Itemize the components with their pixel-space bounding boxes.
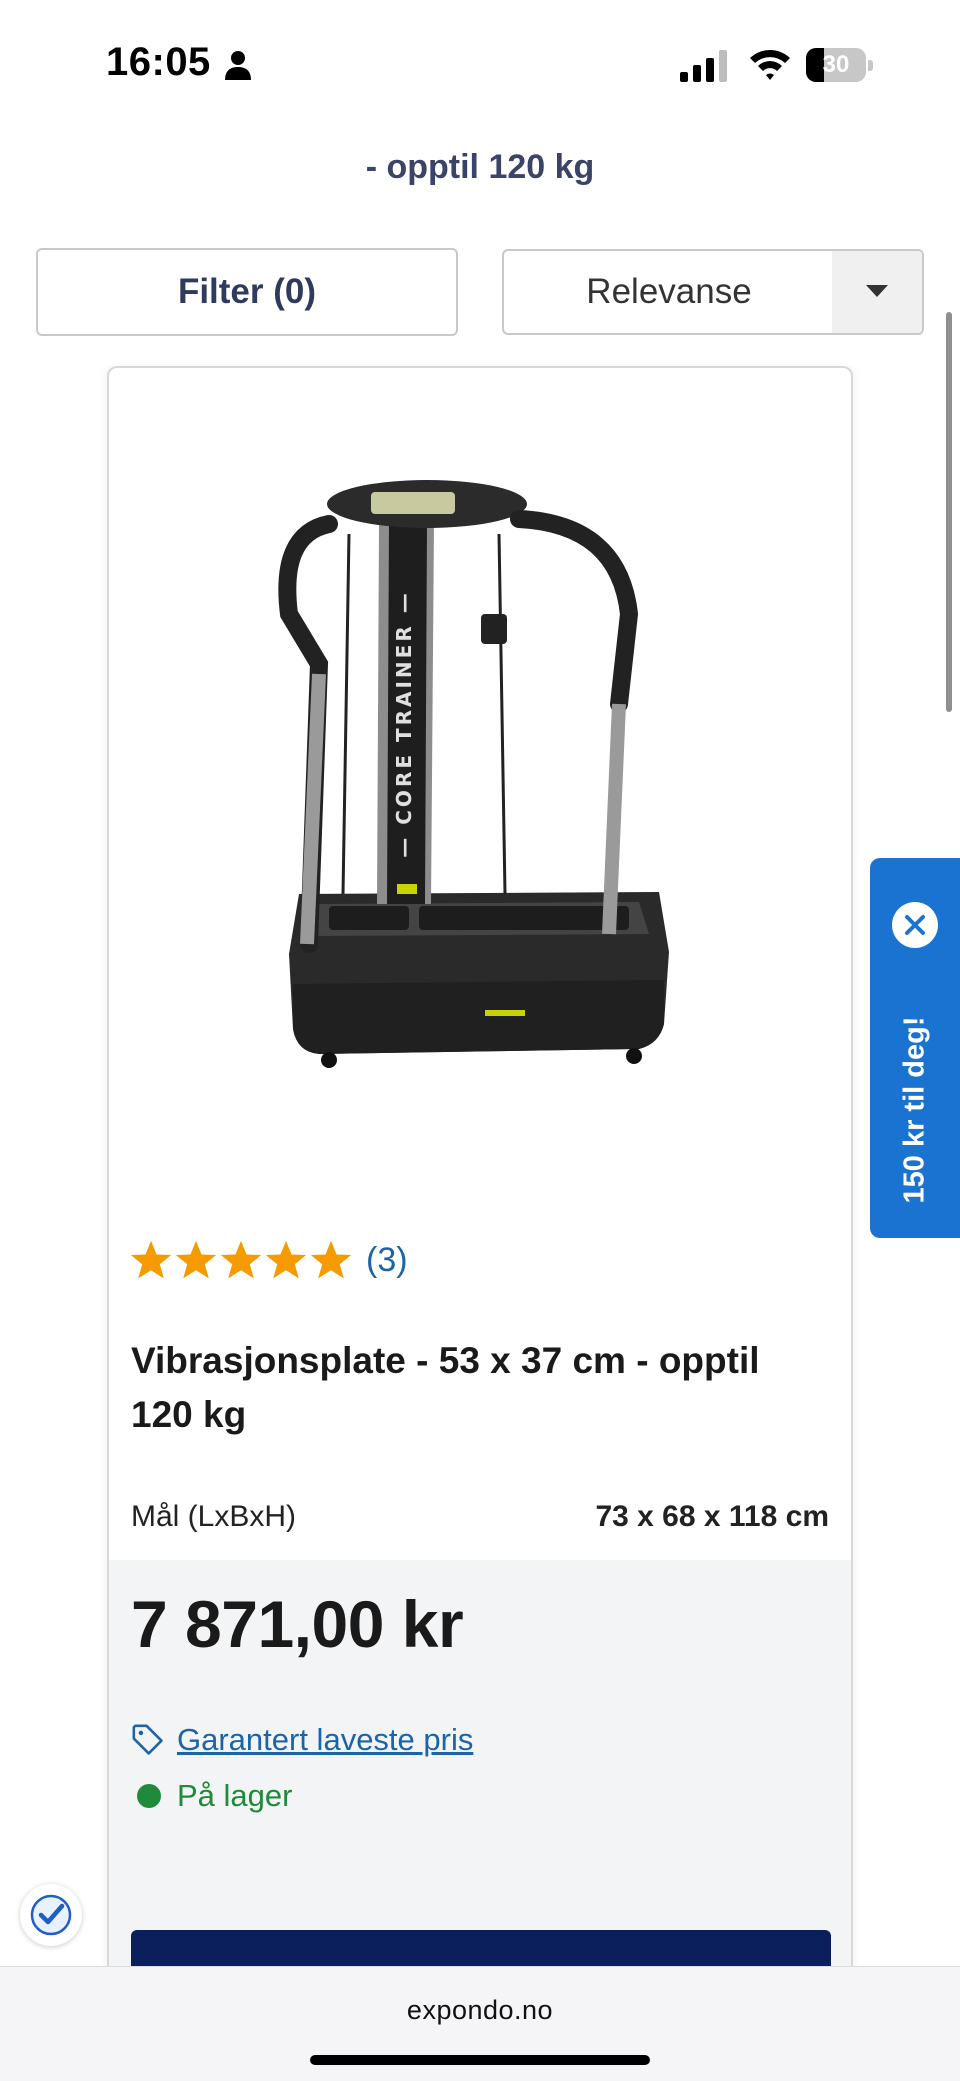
trust-badge[interactable] — [20, 1884, 82, 1946]
battery-icon: 30 — [806, 48, 873, 82]
guarantee-link[interactable]: Garantert laveste pris — [177, 1722, 473, 1758]
spec-label: Mål (LxBxH) — [131, 1500, 297, 1533]
review-count[interactable]: (3) — [366, 1241, 408, 1280]
star-icon — [220, 1240, 262, 1279]
wifi-icon — [750, 50, 790, 80]
vibration-plate-image[interactable]: — CORE TRAINER — — [259, 464, 699, 1104]
tag-icon — [132, 1724, 163, 1755]
battery-level: 30 — [822, 51, 850, 78]
stock-dot-icon — [137, 1784, 161, 1808]
signal-icon — [680, 50, 727, 82]
star-icon — [175, 1240, 217, 1279]
star-icon — [265, 1240, 307, 1279]
sort-select[interactable]: Relevanse — [502, 249, 924, 335]
sort-dropdown-toggle[interactable] — [832, 251, 922, 333]
page-scrollbar[interactable] — [946, 312, 952, 712]
shield-check-icon — [30, 1894, 72, 1936]
product-price: 7 871,00 kr — [131, 1587, 464, 1661]
status-bar: 16:05 30 — [0, 0, 960, 120]
star-icon — [310, 1240, 352, 1279]
svg-text:— CORE TRAINER —: — CORE TRAINER — — [392, 590, 416, 857]
browser-address-bar[interactable]: expondo.no — [0, 1966, 960, 2081]
star-icon — [130, 1240, 172, 1279]
stock-text: På lager — [177, 1778, 293, 1813]
product-title[interactable]: Vibrasjonsplate - 53 x 37 cm - opptil 12… — [131, 1334, 831, 1442]
home-indicator[interactable] — [310, 2055, 650, 2065]
rating[interactable]: (3) — [129, 1238, 408, 1282]
sort-selected-value: Relevanse — [586, 272, 752, 311]
chevron-down-icon — [866, 285, 888, 297]
filter-button[interactable]: Filter (0) — [36, 248, 458, 336]
category-heading-cut — [0, 108, 960, 138]
url-text[interactable]: expondo.no — [0, 1995, 960, 2026]
stock-status: På lager — [137, 1776, 292, 1816]
person-icon — [225, 51, 251, 80]
product-card[interactable]: — CORE TRAINER — (3) Vibrasjonsplate - 5… — [107, 366, 853, 2081]
category-heading: - opptil 120 kg — [365, 148, 595, 186]
promo-tab[interactable]: 150 kr til deg! — [870, 858, 960, 1238]
spec-value: 73 x 68 x 118 cm — [595, 1500, 829, 1533]
promo-text[interactable]: 150 kr til deg! — [899, 930, 932, 1290]
guarantee-row[interactable]: Garantert laveste pris — [131, 1720, 473, 1760]
status-time: 16:05 — [106, 40, 211, 84]
